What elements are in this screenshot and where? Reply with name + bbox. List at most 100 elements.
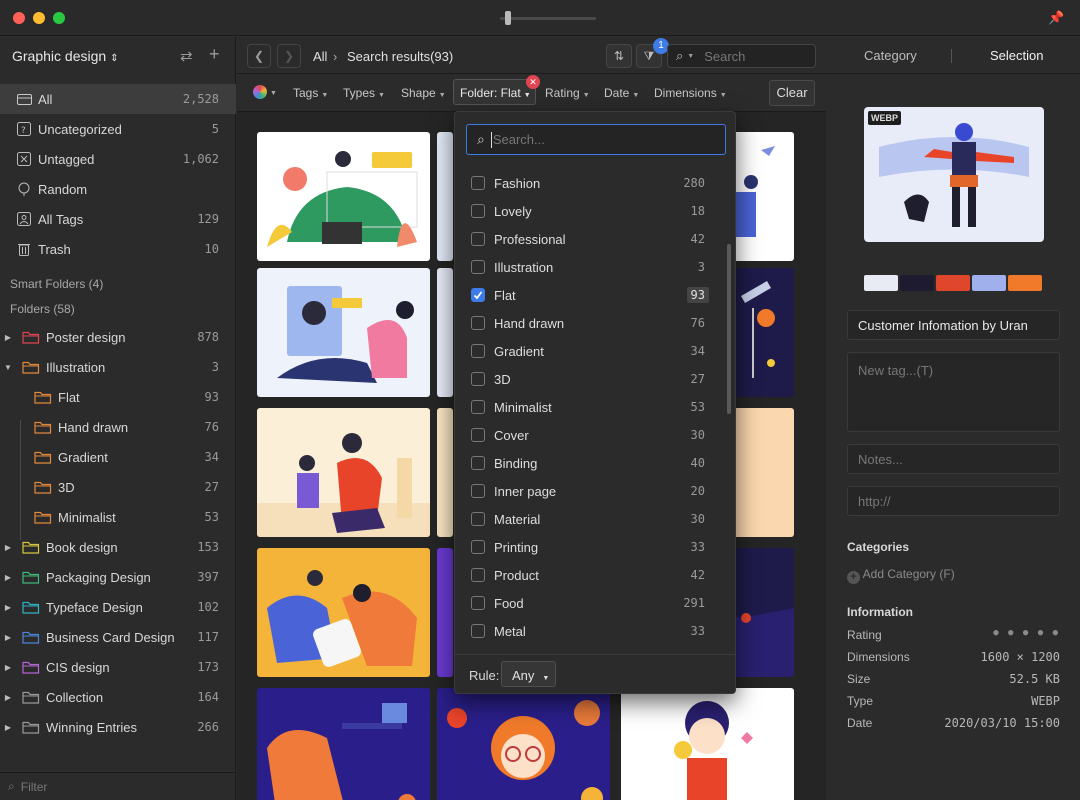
remove-folder-filter-icon[interactable]: ✕ bbox=[526, 75, 540, 89]
notes-input[interactable]: Notes... bbox=[847, 444, 1060, 474]
sort-button[interactable]: ⇅ bbox=[606, 44, 632, 68]
folders-heading[interactable]: Folders (58) bbox=[10, 302, 75, 316]
thumbnail[interactable] bbox=[437, 268, 453, 397]
thumbnail-size-slider[interactable] bbox=[500, 17, 596, 20]
disclosure-closed-icon[interactable]: ▶ bbox=[2, 573, 14, 582]
add-category-button[interactable]: + Add Category (F) bbox=[847, 567, 955, 584]
back-button[interactable]: ❮ bbox=[247, 44, 271, 68]
folder-item[interactable]: Minimalist 53 bbox=[0, 502, 236, 532]
close-window-button[interactable] bbox=[13, 12, 25, 24]
thumbnail[interactable] bbox=[257, 268, 430, 397]
folder-item[interactable]: ▶ Collection 164 bbox=[0, 682, 236, 712]
folder-item[interactable]: ▶ Book design 153 bbox=[0, 532, 236, 562]
folder-item[interactable]: ▶ Business Card Design 117 bbox=[0, 622, 236, 652]
thumbnail[interactable] bbox=[437, 408, 453, 537]
color-swatch[interactable] bbox=[900, 275, 934, 291]
color-swatch[interactable] bbox=[936, 275, 970, 291]
preview-image[interactable]: WEBP bbox=[864, 107, 1044, 242]
dropdown-scrollbar[interactable] bbox=[727, 244, 731, 414]
folder-option[interactable]: Inner page 20 bbox=[455, 477, 735, 505]
folder-item[interactable]: ▶ CIS design 173 bbox=[0, 652, 236, 682]
folder-option[interactable]: Gradient 34 bbox=[455, 337, 735, 365]
library-switcher[interactable]: Graphic design ⇕ bbox=[12, 48, 118, 64]
clear-filters-button[interactable]: Clear bbox=[769, 80, 815, 106]
disclosure-closed-icon[interactable]: ▶ bbox=[2, 633, 14, 642]
disclosure-closed-icon[interactable]: ▶ bbox=[2, 543, 14, 552]
sidebar-item-all[interactable]: All 2,528 bbox=[0, 84, 236, 114]
disclosure-closed-icon[interactable]: ▶ bbox=[2, 663, 14, 672]
folder-item[interactable]: 3D 27 bbox=[0, 472, 236, 502]
checkbox[interactable] bbox=[471, 568, 485, 582]
filter-input[interactable]: Filter bbox=[21, 780, 48, 794]
folder-item[interactable]: ▼ Illustration 3 bbox=[0, 352, 236, 382]
folder-option[interactable]: Binding 40 bbox=[455, 449, 735, 477]
folder-item[interactable]: ▶ Winning Entries 266 bbox=[0, 712, 236, 742]
folder-option[interactable]: Lovely 18 bbox=[455, 197, 735, 225]
disclosure-closed-icon[interactable]: ▶ bbox=[2, 723, 14, 732]
folder-option[interactable]: 3D 27 bbox=[455, 365, 735, 393]
checkbox[interactable] bbox=[471, 400, 485, 414]
color-swatch[interactable] bbox=[864, 275, 898, 291]
folder-item[interactable]: ▶ Packaging Design 397 bbox=[0, 562, 236, 592]
thumbnail[interactable] bbox=[621, 688, 794, 800]
tab-selection[interactable]: Selection bbox=[990, 48, 1043, 63]
thumbnail[interactable] bbox=[437, 688, 610, 800]
folder-item[interactable]: ▶ Poster design 878 bbox=[0, 322, 236, 352]
checkbox[interactable] bbox=[471, 372, 485, 386]
sidebar-filter[interactable]: ⌕ Filter bbox=[0, 772, 236, 800]
pin-icon[interactable]: 📌 bbox=[1048, 10, 1064, 26]
folder-option[interactable]: Professional 42 bbox=[455, 225, 735, 253]
checkbox[interactable] bbox=[471, 624, 485, 638]
sidebar-item-random[interactable]: Random bbox=[0, 174, 236, 204]
sidebar-item-uncategorized[interactable]: ? Uncategorized 5 bbox=[0, 114, 236, 144]
checkbox[interactable] bbox=[471, 512, 485, 526]
folder-option[interactable]: Minimalist 53 bbox=[455, 393, 735, 421]
tag-input[interactable]: New tag...(T) bbox=[847, 352, 1060, 432]
thumbnail[interactable] bbox=[257, 688, 430, 800]
folder-option[interactable]: Illustration 3 bbox=[455, 253, 735, 281]
thumbnail[interactable] bbox=[257, 548, 430, 677]
folder-option[interactable]: Flat 93 bbox=[455, 281, 735, 309]
smart-folders-heading[interactable]: Smart Folders (4) bbox=[10, 277, 103, 291]
folder-filter[interactable]: Folder: Flat ▼ bbox=[453, 79, 536, 105]
folder-option[interactable]: Product 42 bbox=[455, 561, 735, 589]
checkbox[interactable] bbox=[471, 260, 485, 274]
checkbox[interactable] bbox=[471, 344, 485, 358]
thumbnail[interactable] bbox=[437, 548, 453, 677]
tab-category[interactable]: Category bbox=[864, 48, 917, 63]
disclosure-closed-icon[interactable]: ▶ bbox=[2, 333, 14, 342]
disclosure-closed-icon[interactable]: ▶ bbox=[2, 693, 14, 702]
checkbox[interactable] bbox=[471, 288, 485, 302]
thumbnail-size-slider-handle[interactable] bbox=[505, 11, 511, 25]
color-swatch[interactable] bbox=[1008, 275, 1042, 291]
folder-option[interactable]: Cover 30 bbox=[455, 421, 735, 449]
color-filter[interactable]: ▼ bbox=[253, 84, 277, 99]
minimize-window-button[interactable] bbox=[33, 12, 45, 24]
url-input[interactable]: http:// bbox=[847, 486, 1060, 516]
forward-button[interactable]: ❯ bbox=[277, 44, 301, 68]
thumbnail[interactable] bbox=[257, 408, 430, 537]
search-input[interactable]: ⌕ ▼ Search bbox=[667, 44, 816, 68]
folder-option[interactable]: Material 30 bbox=[455, 505, 735, 533]
thumbnail[interactable] bbox=[257, 132, 430, 261]
checkbox[interactable] bbox=[471, 484, 485, 498]
checkbox[interactable] bbox=[471, 540, 485, 554]
folder-option[interactable]: Food 291 bbox=[455, 589, 735, 617]
folder-option[interactable]: Printing 33 bbox=[455, 533, 735, 561]
sidebar-item-untagged[interactable]: Untagged 1,062 bbox=[0, 144, 236, 174]
folder-item[interactable]: ▶ Typeface Design 102 bbox=[0, 592, 236, 622]
thumbnail[interactable] bbox=[437, 132, 453, 261]
types-filter[interactable]: Types ▼ bbox=[343, 86, 385, 100]
swap-icon[interactable]: ⇄ bbox=[180, 47, 193, 65]
date-filter[interactable]: Date ▼ bbox=[604, 86, 639, 100]
tags-filter[interactable]: Tags ▼ bbox=[293, 86, 328, 100]
add-icon[interactable]: + bbox=[209, 44, 220, 65]
shape-filter[interactable]: Shape ▼ bbox=[401, 86, 446, 100]
dropdown-search-input[interactable]: ⌕ Search... bbox=[466, 124, 726, 155]
folder-option[interactable]: Hand drawn 76 bbox=[455, 309, 735, 337]
rating-stars[interactable]: ● ● ● ● ● bbox=[993, 628, 1060, 646]
breadcrumb-root[interactable]: All bbox=[313, 49, 327, 64]
name-field[interactable]: Customer Infomation by Uran bbox=[847, 310, 1060, 340]
checkbox[interactable] bbox=[471, 456, 485, 470]
folder-item[interactable]: Flat 93 bbox=[0, 382, 236, 412]
